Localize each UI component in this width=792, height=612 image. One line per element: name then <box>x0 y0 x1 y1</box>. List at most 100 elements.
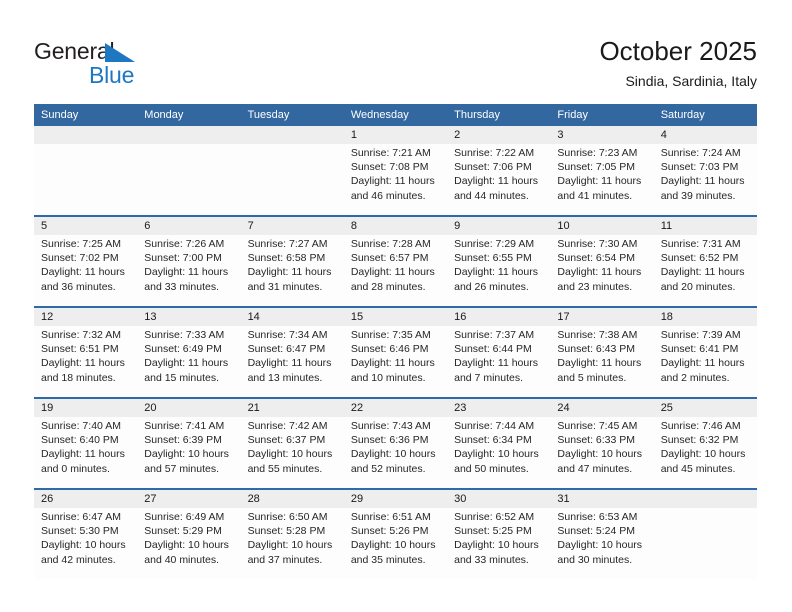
day-number-17[interactable]: 17 <box>550 308 653 326</box>
day-number-16[interactable]: 16 <box>447 308 550 326</box>
day-detail-line: Daylight: 11 hours <box>41 357 125 370</box>
day-detail-line: Daylight: 10 hours <box>557 539 643 552</box>
day-number-8[interactable]: 8 <box>344 217 447 235</box>
day-number-24[interactable]: 24 <box>550 399 653 417</box>
day-number-7[interactable]: 7 <box>241 217 344 235</box>
day-cell-7[interactable]: Sunrise: 7:27 AM Sunset: 6:58 PM Daylight:… <box>241 235 344 306</box>
day-detail-line: Sunrise: 7:35 AM <box>350 329 431 341</box>
day-detail-line: Sunrise: 7:46 AM <box>660 420 741 432</box>
day-cell-28[interactable]: Sunrise: 6:50 AM Sunset: 5:28 PM Daylight:… <box>241 508 344 579</box>
day-cell-23[interactable]: Sunrise: 7:44 AM Sunset: 6:34 PM Daylight:… <box>447 417 550 488</box>
day-cell-31[interactable]: Sunrise: 6:53 AM Sunset: 5:24 PM Daylight:… <box>550 508 653 579</box>
day-number-18[interactable]: 18 <box>654 308 757 326</box>
day-detail-line: Daylight: 10 hours <box>247 539 333 552</box>
general-blue-logo[interactable]: General Blue <box>34 38 264 88</box>
day-cell-26[interactable]: Sunrise: 6:47 AM Sunset: 5:30 PM Daylight:… <box>34 508 137 579</box>
day-cell-1[interactable]: Sunrise: 7:21 AM Sunset: 7:08 PM Daylight:… <box>344 144 447 215</box>
day-detail-line: Sunrise: 7:38 AM <box>557 329 638 341</box>
day-number-29[interactable]: 29 <box>344 490 447 508</box>
day-number-21[interactable]: 21 <box>241 399 344 417</box>
day-cell-6[interactable]: Sunrise: 7:26 AM Sunset: 7:00 PM Daylight:… <box>137 235 240 306</box>
day-cell-24[interactable]: Sunrise: 7:45 AM Sunset: 6:33 PM Daylight:… <box>550 417 653 488</box>
day-number-19[interactable]: 19 <box>34 399 137 417</box>
day-cell-21[interactable]: Sunrise: 7:42 AM Sunset: 6:37 PM Daylight:… <box>241 417 344 488</box>
day-number-22[interactable]: 22 <box>344 399 447 417</box>
day-cell-9[interactable]: Sunrise: 7:29 AM Sunset: 6:55 PM Daylight:… <box>447 235 550 306</box>
day-number-11[interactable]: 11 <box>654 217 757 235</box>
day-cell-17[interactable]: Sunrise: 7:38 AM Sunset: 6:43 PM Daylight:… <box>550 326 653 397</box>
day-detail-line: and 13 minutes. <box>247 371 323 384</box>
day-number-14[interactable]: 14 <box>241 308 344 326</box>
calendar-grid: Sunday Monday Tuesday Wednesday Thursday Frid… <box>34 104 757 579</box>
day-number-23[interactable]: 23 <box>447 399 550 417</box>
day-number-4[interactable]: 4 <box>654 126 757 144</box>
day-detail-line: Sunset: 5:25 PM <box>454 525 532 538</box>
day-detail-line: Daylight: 10 hours <box>454 448 539 461</box>
day-number-empty <box>654 490 757 508</box>
day-detail-line: and 36 minutes. <box>41 280 116 293</box>
day-cell-2[interactable]: Sunrise: 7:22 AM Sunset: 7:06 PM Daylight:… <box>447 144 550 215</box>
day-cell-5[interactable]: Sunrise: 7:25 AM Sunset: 7:02 PM Daylight:… <box>34 235 137 306</box>
day-cell-3[interactable]: Sunrise: 7:23 AM Sunset: 7:05 PM Daylight:… <box>550 144 653 215</box>
day-detail-line: Sunrise: 7:21 AM <box>350 147 431 159</box>
day-detail-line: and 39 minutes. <box>660 189 736 202</box>
day-detail-line: Daylight: 11 hours <box>247 266 332 279</box>
day-detail-line: Sunset: 7:02 PM <box>41 252 119 265</box>
day-number-31[interactable]: 31 <box>550 490 653 508</box>
day-cell-8[interactable]: Sunrise: 7:28 AM Sunset: 6:57 PM Daylight:… <box>344 235 447 306</box>
day-number-13[interactable]: 13 <box>137 308 240 326</box>
day-detail-line: Daylight: 10 hours <box>660 448 746 461</box>
day-number-28[interactable]: 28 <box>241 490 344 508</box>
day-cell-22[interactable]: Sunrise: 7:43 AM Sunset: 6:36 PM Daylight:… <box>344 417 447 488</box>
day-cell-25[interactable]: Sunrise: 7:46 AM Sunset: 6:32 PM Daylight:… <box>654 417 757 488</box>
day-cell-20[interactable]: Sunrise: 7:41 AM Sunset: 6:39 PM Daylight:… <box>137 417 240 488</box>
day-detail-line: and 23 minutes. <box>557 280 633 293</box>
day-number-20[interactable]: 20 <box>137 399 240 417</box>
day-detail-line: and 55 minutes. <box>247 462 323 475</box>
day-number-9[interactable]: 9 <box>447 217 550 235</box>
day-detail-line: Daylight: 11 hours <box>350 357 435 370</box>
day-cell-13[interactable]: Sunrise: 7:33 AM Sunset: 6:49 PM Daylight:… <box>137 326 240 397</box>
day-cell-15[interactable]: Sunrise: 7:35 AM Sunset: 6:46 PM Daylight:… <box>344 326 447 397</box>
weekday-header-sunday: Sunday <box>41 109 79 121</box>
calendar-week-row: 26 27 28 29 30 31 Sunrise: 6:47 AM Sunset: 5:30… <box>34 488 757 579</box>
day-detail-line: Sunset: 6:57 PM <box>350 252 429 265</box>
day-detail-line: Daylight: 10 hours <box>350 448 436 461</box>
day-number-3[interactable]: 3 <box>550 126 653 144</box>
day-number-2[interactable]: 2 <box>447 126 550 144</box>
day-cell-29[interactable]: Sunrise: 6:51 AM Sunset: 5:26 PM Daylight:… <box>344 508 447 579</box>
day-detail-line: Daylight: 11 hours <box>247 357 332 370</box>
day-cell-18[interactable]: Sunrise: 7:39 AM Sunset: 6:41 PM Daylight:… <box>654 326 757 397</box>
day-number-25[interactable]: 25 <box>654 399 757 417</box>
day-number-30[interactable]: 30 <box>447 490 550 508</box>
day-cell-19[interactable]: Sunrise: 7:40 AM Sunset: 6:40 PM Daylight:… <box>34 417 137 488</box>
day-cell-14[interactable]: Sunrise: 7:34 AM Sunset: 6:47 PM Daylight:… <box>241 326 344 397</box>
day-number-12[interactable]: 12 <box>34 308 137 326</box>
day-detail-line: Sunset: 5:29 PM <box>144 525 222 538</box>
day-detail-line: and 35 minutes. <box>350 553 426 566</box>
day-detail-line: Sunset: 6:54 PM <box>557 252 636 265</box>
day-detail-line: Sunset: 6:33 PM <box>557 434 636 447</box>
week-date-number-row: 5 6 7 8 9 10 11 <box>34 217 757 235</box>
day-cell-16[interactable]: Sunrise: 7:37 AM Sunset: 6:44 PM Daylight:… <box>447 326 550 397</box>
day-number-27[interactable]: 27 <box>137 490 240 508</box>
day-cell-12[interactable]: Sunrise: 7:32 AM Sunset: 6:51 PM Daylight:… <box>34 326 137 397</box>
day-cell-4[interactable]: Sunrise: 7:24 AM Sunset: 7:03 PM Daylight:… <box>654 144 757 215</box>
day-number-10[interactable]: 10 <box>550 217 653 235</box>
day-number-5[interactable]: 5 <box>34 217 137 235</box>
day-number-26[interactable]: 26 <box>34 490 137 508</box>
day-detail-line: and 47 minutes. <box>557 462 633 475</box>
day-number-empty <box>34 126 137 144</box>
day-cell-10[interactable]: Sunrise: 7:30 AM Sunset: 6:54 PM Daylight:… <box>550 235 653 306</box>
calendar-week-row: 1 2 3 4 Sunrise: 7:21 AM Sunset: 7:08 PM Dayli… <box>34 126 757 215</box>
day-number-15[interactable]: 15 <box>344 308 447 326</box>
day-detail-line: and 57 minutes. <box>144 462 219 475</box>
day-number-1[interactable]: 1 <box>344 126 447 144</box>
day-cell-11[interactable]: Sunrise: 7:31 AM Sunset: 6:52 PM Daylight:… <box>654 235 757 306</box>
day-cell-30[interactable]: Sunrise: 6:52 AM Sunset: 5:25 PM Daylight:… <box>447 508 550 579</box>
day-detail-line: Sunrise: 7:41 AM <box>144 420 225 432</box>
day-number-6[interactable]: 6 <box>137 217 240 235</box>
day-detail-line: Sunrise: 6:49 AM <box>144 511 225 523</box>
day-cell-27[interactable]: Sunrise: 6:49 AM Sunset: 5:29 PM Daylight:… <box>137 508 240 579</box>
day-detail-line: Daylight: 10 hours <box>350 539 436 552</box>
